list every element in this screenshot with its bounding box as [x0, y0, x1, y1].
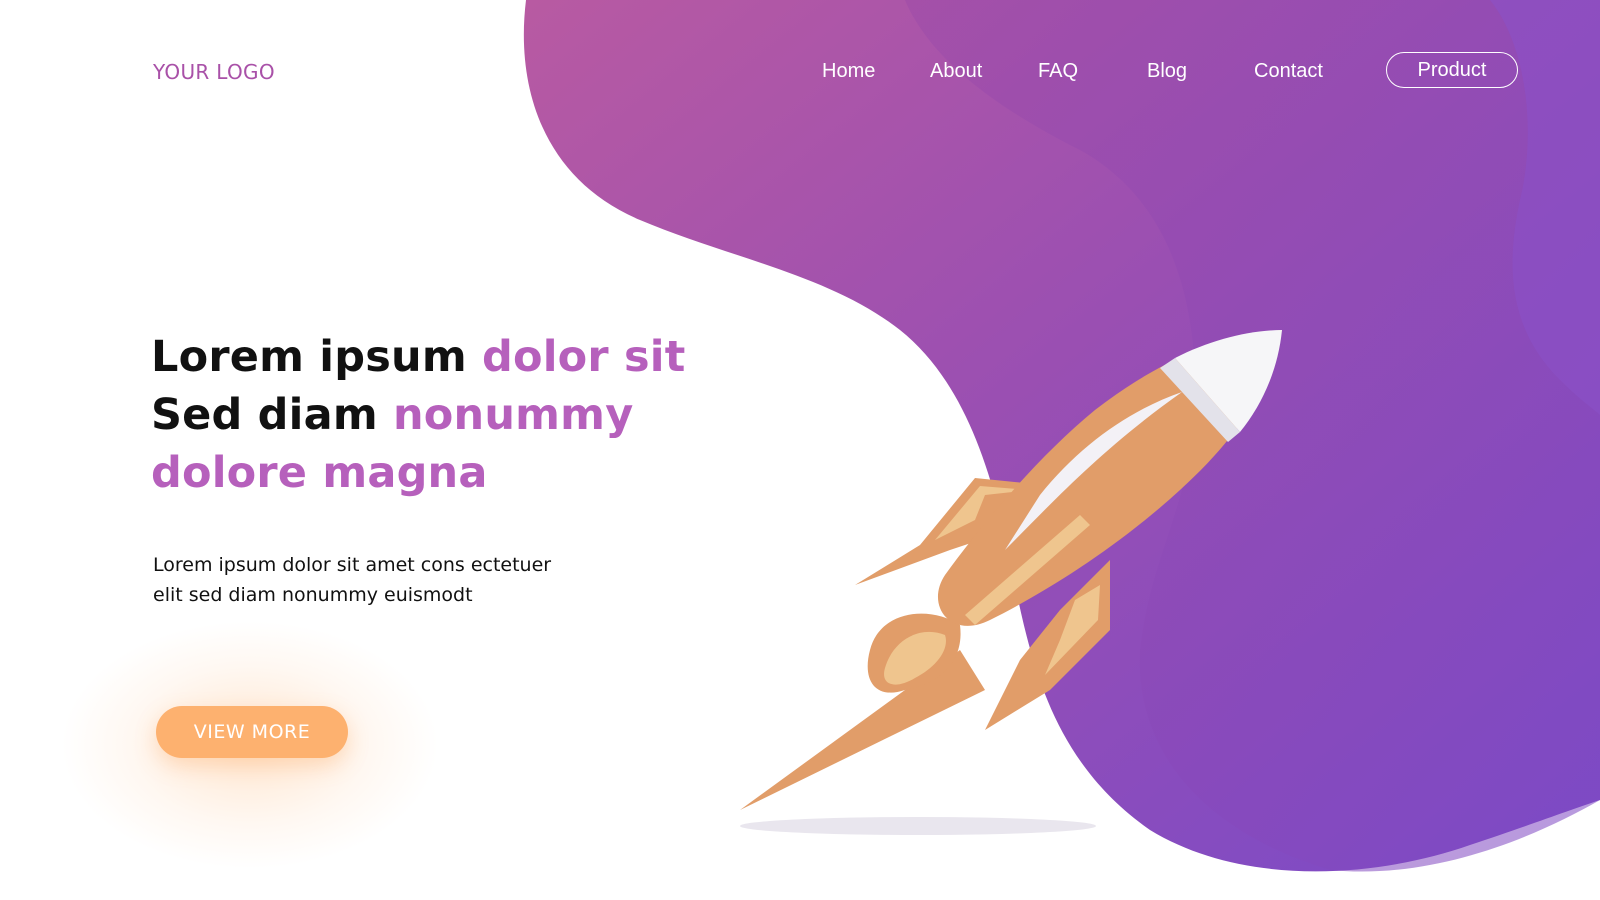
hero-title-line-1: Lorem ipsum dolor sit [151, 328, 685, 386]
view-more-button[interactable]: VIEW MORE [156, 706, 348, 758]
logo[interactable]: YOUR LOGO [153, 60, 275, 84]
nav-about[interactable]: About [930, 60, 982, 83]
product-button[interactable]: Product [1386, 52, 1518, 88]
hero-description: Lorem ipsum dolor sit amet cons ectetuer… [153, 550, 551, 610]
hero-title-line-3: dolore magna [151, 444, 685, 502]
nav-home[interactable]: Home [822, 60, 875, 83]
nav-blog[interactable]: Blog [1147, 60, 1187, 83]
landing-page: YOUR LOGO Home About FAQ Blog Contact Pr… [0, 0, 1600, 900]
hero-title-line-2-plain: Sed diam [151, 390, 393, 440]
nav-contact[interactable]: Contact [1254, 60, 1323, 83]
rocket-shadow [740, 817, 1096, 835]
rocket-trail [740, 650, 985, 810]
hero-description-line-1: Lorem ipsum dolor sit amet cons ectetuer [153, 554, 552, 576]
hero-title-line-2: Sed diam nonummy [151, 386, 685, 444]
hero-title: Lorem ipsum dolor sit Sed diam nonummy d… [151, 328, 685, 502]
hero-title-line-1-accent: dolor sit [482, 332, 686, 382]
hero-title-line-1-plain: Lorem ipsum [151, 332, 482, 382]
hero-title-line-3-accent: dolore magna [151, 448, 488, 498]
nav-faq[interactable]: FAQ [1038, 60, 1078, 83]
hero-description-line-2: elit sed diam nonummy euismodt [153, 584, 473, 606]
hero-title-line-2-accent: nonummy [393, 390, 634, 440]
